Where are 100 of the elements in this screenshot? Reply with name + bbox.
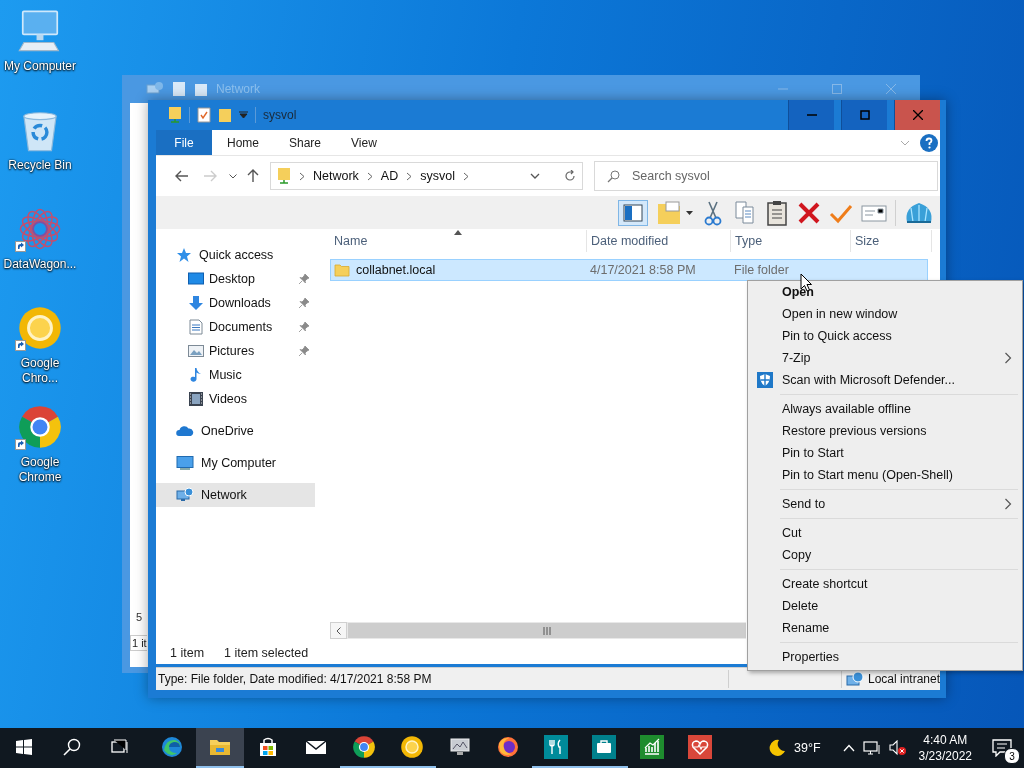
network-icon bbox=[146, 81, 164, 97]
status-text: 1 it bbox=[130, 635, 147, 651]
shortcut-arrow-icon bbox=[15, 340, 26, 351]
delete-button[interactable] bbox=[797, 200, 821, 225]
notifications-button[interactable]: 3 bbox=[980, 728, 1024, 768]
folder-properties-icon bbox=[656, 199, 682, 226]
nav-item[interactable]: Downloads bbox=[156, 291, 315, 315]
refresh-icon bbox=[564, 170, 576, 182]
nav-item[interactable]: Desktop bbox=[156, 267, 315, 291]
folder-icon bbox=[194, 81, 208, 97]
scroll-left-icon bbox=[336, 626, 341, 635]
pin-icon bbox=[298, 297, 310, 309]
file-menu-tab[interactable]: File bbox=[156, 130, 212, 155]
pin-icon bbox=[298, 321, 310, 333]
chrome-icon bbox=[352, 735, 376, 759]
firefox-icon bbox=[496, 735, 520, 759]
ring-icon bbox=[17, 305, 63, 351]
file-row[interactable]: collabnet.local 4/17/2021 8:58 PM File folder bbox=[330, 259, 928, 281]
menu-item[interactable]: Create shortcut bbox=[750, 573, 1020, 595]
properties-icon bbox=[197, 107, 211, 123]
menu-item[interactable]: Restore previous versions bbox=[750, 420, 1020, 442]
nav-item[interactable]: Quick access bbox=[156, 243, 315, 267]
dropdown-chevron-icon bbox=[530, 173, 540, 179]
download-icon bbox=[188, 295, 204, 311]
column-header[interactable]: Type bbox=[731, 230, 851, 252]
table-cell: 4/17/2021 8:58 PM bbox=[590, 263, 696, 277]
menu-item[interactable]: Pin to Quick access bbox=[750, 325, 1020, 347]
pane-icon bbox=[623, 203, 643, 222]
shortcut-arrow-icon bbox=[15, 241, 26, 252]
maximize-button[interactable] bbox=[841, 100, 887, 130]
menu-item[interactable]: 7-Zip bbox=[750, 347, 1020, 369]
nav-item[interactable]: Network bbox=[156, 483, 315, 507]
menu-item[interactable]: Copy bbox=[750, 544, 1020, 566]
dropdown-chevron-icon bbox=[229, 173, 237, 179]
horizontal-scrollbar[interactable] bbox=[330, 622, 746, 639]
menu-item[interactable]: Open bbox=[750, 281, 1020, 303]
breadcrumb[interactable]: AD bbox=[380, 169, 399, 183]
nav-item[interactable]: Videos bbox=[156, 387, 315, 411]
nav-item[interactable]: OneDrive bbox=[156, 419, 315, 443]
chevron-right-icon bbox=[406, 171, 413, 181]
nav-item[interactable]: Pictures bbox=[156, 339, 315, 363]
details-text: Type: File folder, Date modified: 4/17/2021 8:58 PM bbox=[157, 671, 433, 686]
shield-icon bbox=[757, 372, 773, 388]
ribbon-tab[interactable]: Share bbox=[274, 130, 337, 155]
menu-item[interactable]: Always available offline bbox=[750, 398, 1020, 420]
computer-icon bbox=[176, 455, 194, 471]
mandala-icon bbox=[17, 206, 63, 252]
breadcrumb[interactable]: sysvol bbox=[420, 169, 455, 183]
text-fragment: 5 bbox=[135, 611, 143, 625]
clock[interactable]: 4:40 AM 3/23/2022 bbox=[918, 732, 972, 764]
address-bar[interactable]: Network AD sysvol bbox=[270, 162, 583, 190]
network-icon bbox=[862, 740, 881, 756]
status-text: 1 item selected bbox=[224, 646, 309, 660]
nav-item[interactable]: Documents bbox=[156, 315, 315, 339]
clipboard-icon bbox=[765, 199, 789, 226]
up-arrow-icon bbox=[247, 169, 259, 183]
preview-pane-button[interactable] bbox=[618, 199, 648, 226]
menu-item[interactable]: Cut bbox=[750, 522, 1020, 544]
task-view-icon bbox=[111, 739, 129, 755]
delete-x-icon bbox=[797, 200, 821, 225]
paste-button[interactable] bbox=[765, 199, 789, 226]
close-icon bbox=[912, 110, 923, 120]
moon-icon bbox=[768, 739, 787, 757]
notification-count: 3 bbox=[1004, 748, 1020, 764]
edge-icon bbox=[160, 735, 184, 759]
menu-item[interactable]: Pin to Start menu (Open-Shell) bbox=[750, 464, 1020, 486]
menu-item[interactable]: Properties bbox=[750, 646, 1020, 668]
ribbon-tab[interactable]: Home bbox=[212, 130, 274, 155]
nav-item[interactable]: Music bbox=[156, 363, 315, 387]
menu-item[interactable]: Delete bbox=[750, 595, 1020, 617]
nav-item[interactable]: My Computer bbox=[156, 451, 315, 475]
chevron-right-icon bbox=[299, 171, 305, 181]
fork-knife-tile-icon bbox=[544, 735, 568, 759]
dropdown-caret-icon bbox=[239, 111, 248, 119]
menu-item[interactable]: Pin to Start bbox=[750, 442, 1020, 464]
menu-item[interactable]: Open in new window bbox=[750, 303, 1020, 325]
back-arrow-icon bbox=[175, 170, 189, 182]
taskbar-button[interactable] bbox=[196, 728, 244, 768]
pin-icon bbox=[298, 273, 310, 285]
ribbon-tab[interactable]: View bbox=[336, 130, 392, 155]
search-field[interactable]: Search sysvol bbox=[594, 161, 938, 191]
mail-button[interactable] bbox=[861, 202, 887, 223]
menu-item[interactable]: Scan with Microsoft Defender... bbox=[750, 369, 1020, 391]
chevron-right-icon bbox=[366, 171, 373, 181]
weather-text[interactable]: 39°F bbox=[794, 741, 821, 755]
menu-item[interactable]: Rename bbox=[750, 617, 1020, 639]
menu-item[interactable]: Send to bbox=[750, 493, 1020, 515]
column-header[interactable]: Size bbox=[851, 230, 932, 252]
network-icon bbox=[176, 487, 194, 503]
table-cell: File folder bbox=[734, 263, 789, 277]
folder-icon bbox=[334, 262, 350, 278]
document-icon bbox=[188, 319, 204, 335]
ring-icon bbox=[400, 735, 424, 759]
expand-chevron-icon bbox=[900, 139, 910, 146]
chart-tile-icon bbox=[640, 735, 664, 759]
breadcrumb[interactable]: Network bbox=[313, 169, 359, 183]
column-header[interactable]: Date modified bbox=[587, 230, 731, 252]
maximize-icon bbox=[859, 110, 870, 120]
film-icon bbox=[188, 391, 204, 407]
column-header[interactable]: Name bbox=[330, 230, 587, 252]
